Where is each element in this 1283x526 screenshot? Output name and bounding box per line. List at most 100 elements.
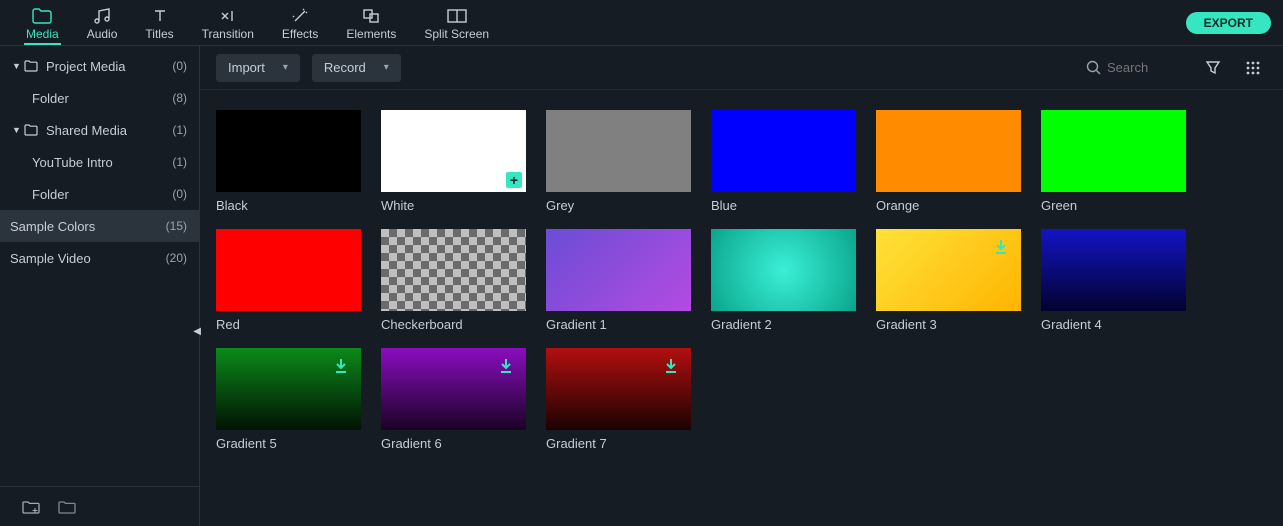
swatch-thumb[interactable]: [711, 110, 856, 192]
caret-down-icon: ▼: [12, 61, 24, 71]
add-icon[interactable]: +: [506, 172, 522, 188]
tab-label: Media: [26, 27, 59, 41]
sidebar-item-label: Folder: [32, 91, 172, 106]
swatch-item[interactable]: Checkerboard: [381, 229, 526, 332]
sidebar-item-count: (0): [172, 187, 187, 201]
swatch-label: White: [381, 198, 526, 213]
swatch-label: Gradient 3: [876, 317, 1021, 332]
tab-label: Audio: [87, 27, 118, 41]
chevron-down-icon: ▾: [283, 62, 288, 73]
sidebar-item-label: Sample Video: [10, 251, 166, 266]
swatch-label: Blue: [711, 198, 856, 213]
swatch-thumb[interactable]: [216, 348, 361, 430]
sidebar-item-youtube-intro[interactable]: YouTube Intro (1): [0, 146, 199, 178]
filter-icon[interactable]: [1199, 54, 1227, 82]
swatch-thumb[interactable]: [216, 229, 361, 311]
wand-icon: [291, 7, 309, 25]
folder-icon: [32, 7, 52, 25]
swatch-item[interactable]: Green: [1041, 110, 1186, 213]
swatch-item[interactable]: Grey: [546, 110, 691, 213]
swatch-item[interactable]: Gradient 2: [711, 229, 856, 332]
search-box[interactable]: [1076, 54, 1187, 82]
sidebar-item-project-media[interactable]: ▼ Project Media (0): [0, 50, 199, 82]
tab-audio[interactable]: Audio: [73, 3, 132, 43]
sidebar-item-folder[interactable]: Folder (8): [0, 82, 199, 114]
caret-down-icon: ▼: [12, 125, 24, 135]
swatch-item[interactable]: Orange: [876, 110, 1021, 213]
swatch-thumb[interactable]: [546, 348, 691, 430]
swatch-thumb[interactable]: [876, 110, 1021, 192]
chevron-down-icon: ▾: [384, 62, 389, 73]
sidebar-collapse-handle[interactable]: ◀: [193, 326, 201, 337]
sidebar-item-sample-video[interactable]: Sample Video (20): [0, 242, 199, 274]
download-icon[interactable]: [333, 358, 351, 376]
download-icon[interactable]: [498, 358, 516, 376]
transition-icon: [219, 7, 237, 25]
swatch-label: Gradient 7: [546, 436, 691, 451]
folder-icon: [24, 60, 40, 72]
swatch-label: Grey: [546, 198, 691, 213]
swatch-thumb[interactable]: [216, 110, 361, 192]
swatch-thumb[interactable]: [1041, 110, 1186, 192]
swatch-label: Checkerboard: [381, 317, 526, 332]
swatch-thumb[interactable]: [381, 348, 526, 430]
swatch-item[interactable]: Gradient 6: [381, 348, 526, 451]
sidebar-footer: [0, 486, 199, 526]
music-icon: [93, 7, 111, 25]
top-tabbar: Media Audio Titles Transition Effects El…: [0, 0, 1283, 46]
sidebar-item-count: (0): [172, 59, 187, 73]
swatch-label: Gradient 6: [381, 436, 526, 451]
swatch-item[interactable]: Gradient 3: [876, 229, 1021, 332]
swatch-thumb[interactable]: [1041, 229, 1186, 311]
sidebar-item-count: (8): [172, 91, 187, 105]
swatch-item[interactable]: Black: [216, 110, 361, 213]
swatch-item[interactable]: Gradient 4: [1041, 229, 1186, 332]
tab-label: Titles: [145, 27, 173, 41]
grid-view-icon[interactable]: [1239, 54, 1267, 82]
tab-label: Split Screen: [424, 27, 489, 41]
record-dropdown[interactable]: Record ▾: [312, 54, 401, 82]
tab-label: Transition: [202, 27, 254, 41]
swatch-item[interactable]: Gradient 5: [216, 348, 361, 451]
sidebar-item-sample-colors[interactable]: Sample Colors (15): [0, 210, 199, 242]
tab-titles[interactable]: Titles: [131, 3, 187, 43]
folder-icon: [24, 124, 40, 136]
swatch-item[interactable]: Gradient 1: [546, 229, 691, 332]
tab-effects[interactable]: Effects: [268, 3, 332, 43]
tab-label: Effects: [282, 27, 318, 41]
new-folder-icon[interactable]: [22, 498, 40, 516]
swatch-thumb[interactable]: [546, 110, 691, 192]
swatch-thumb[interactable]: [381, 229, 526, 311]
swatch-grid: Black + White Grey Blue Orange Green Red Checker…: [200, 90, 1283, 526]
tab-transition[interactable]: Transition: [188, 3, 268, 43]
sidebar-item-folder-2[interactable]: Folder (0): [0, 178, 199, 210]
import-label: Import: [228, 60, 265, 75]
swatch-thumb[interactable]: [876, 229, 1021, 311]
swatch-thumb[interactable]: [546, 229, 691, 311]
sidebar-item-label: YouTube Intro: [32, 155, 172, 170]
swatch-thumb[interactable]: [711, 229, 856, 311]
tab-elements[interactable]: Elements: [332, 3, 410, 43]
sidebar-item-label: Project Media: [46, 59, 172, 74]
swatch-label: Gradient 5: [216, 436, 361, 451]
sidebar-item-shared-media[interactable]: ▼ Shared Media (1): [0, 114, 199, 146]
swatch-item[interactable]: Blue: [711, 110, 856, 213]
swatch-label: Orange: [876, 198, 1021, 213]
splitscreen-icon: [447, 7, 467, 25]
swatch-item[interactable]: Gradient 7: [546, 348, 691, 451]
swatch-thumb[interactable]: +: [381, 110, 526, 192]
text-icon: [152, 7, 168, 25]
folder-outline-icon[interactable]: [58, 498, 76, 516]
sidebar: ▼ Project Media (0) Folder (8) ▼ Shared …: [0, 46, 200, 526]
export-button[interactable]: EXPORT: [1186, 12, 1271, 34]
import-dropdown[interactable]: Import ▾: [216, 54, 300, 82]
tab-splitscreen[interactable]: Split Screen: [410, 3, 503, 43]
swatch-item[interactable]: Red: [216, 229, 361, 332]
search-input[interactable]: [1107, 60, 1177, 75]
download-icon[interactable]: [663, 358, 681, 376]
swatch-label: Red: [216, 317, 361, 332]
swatch-item[interactable]: + White: [381, 110, 526, 213]
swatch-label: Gradient 2: [711, 317, 856, 332]
tab-media[interactable]: Media: [12, 3, 73, 43]
download-icon[interactable]: [993, 239, 1011, 257]
